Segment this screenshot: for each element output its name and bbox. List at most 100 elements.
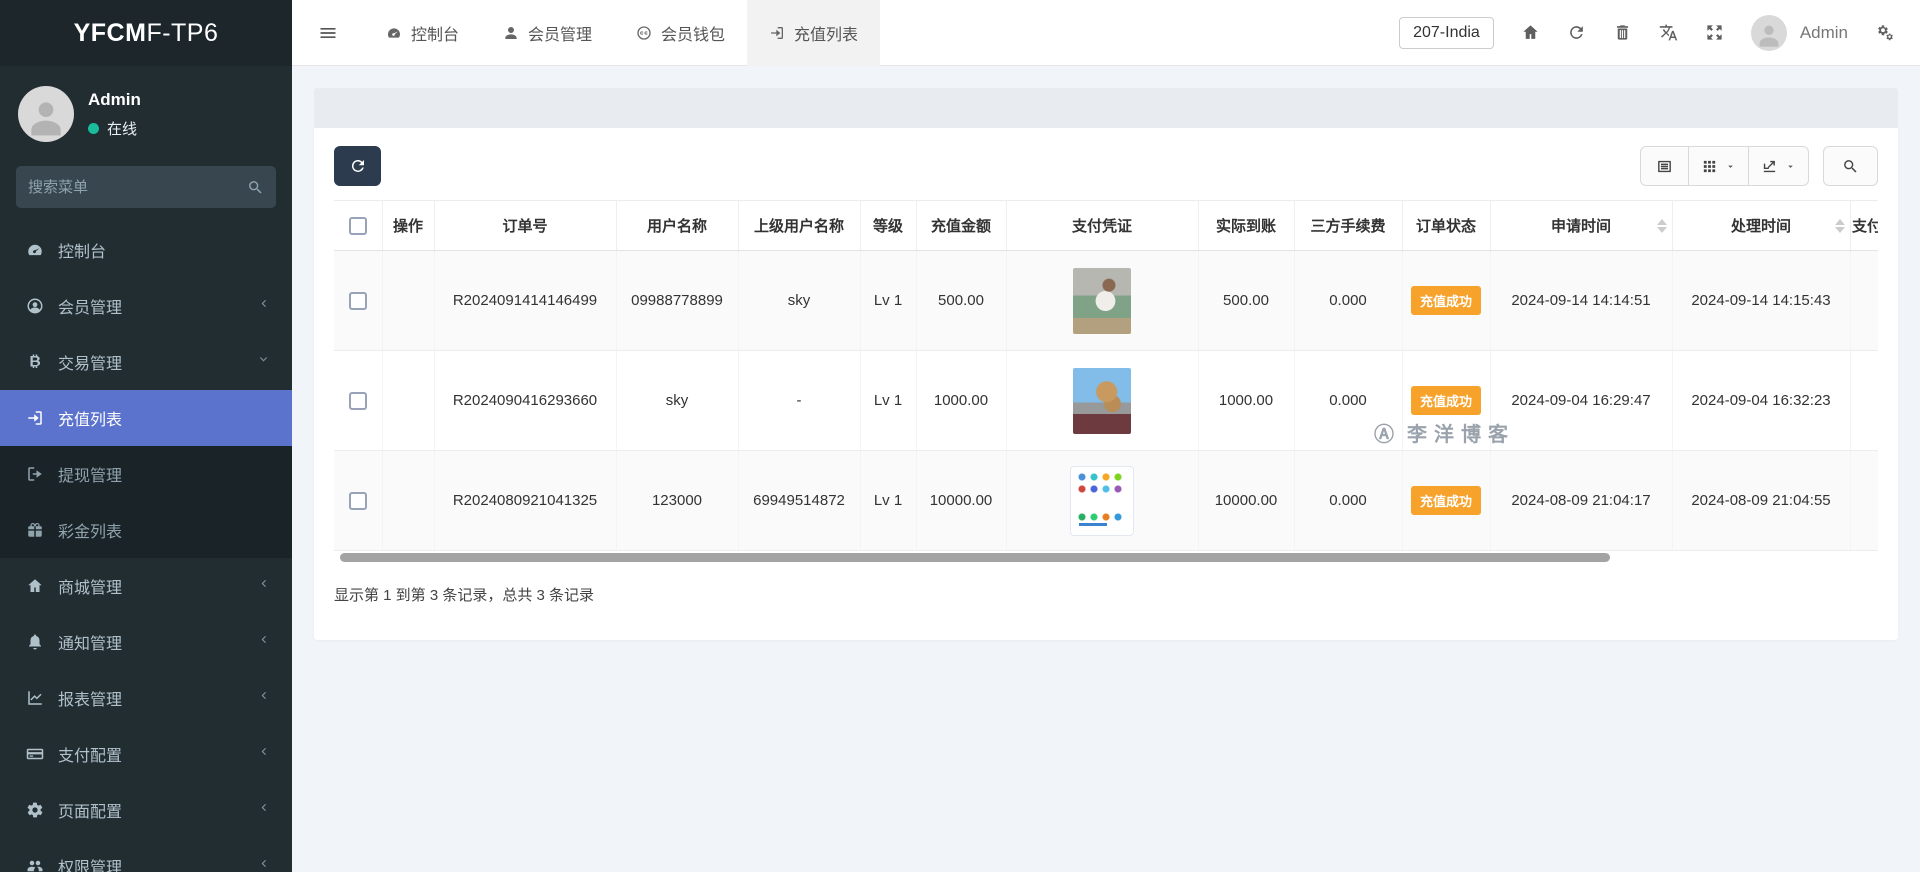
cell-parent-user: - [738, 351, 860, 451]
table-header-row: 操作 订单号 用户名称 上级用户名称 等级 充值金额 支付凭证 实际到账 三方手… [334, 201, 1878, 251]
cell-process-time: 2024-08-09 21:04:55 [1672, 451, 1850, 551]
row-checkbox[interactable] [349, 292, 367, 310]
cell-fee: 0.000 [1294, 251, 1402, 351]
cell-parent-user: sky [738, 251, 860, 351]
fullscreen-icon[interactable] [1705, 23, 1724, 42]
tab-recharge-list[interactable]: 充值列表 [747, 0, 880, 66]
cell-order-no: R2024080921041325 [434, 451, 616, 551]
table-container: 操作 订单号 用户名称 上级用户名称 等级 充值金额 支付凭证 实际到账 三方手… [334, 200, 1878, 551]
site-selector[interactable]: 207-India [1399, 17, 1494, 49]
cell-pay-method [1850, 251, 1878, 351]
refresh-icon[interactable] [1567, 23, 1586, 42]
col-apply-time[interactable]: 申请时间 [1490, 201, 1672, 251]
chevron-left-icon [257, 633, 270, 651]
sidebar-item-bonus-list[interactable]: 彩金列表 [0, 502, 292, 558]
topbar-avatar[interactable] [1751, 15, 1787, 51]
sidebar-item-mall[interactable]: 商城管理 [0, 558, 292, 614]
sidebar-item-dashboard[interactable]: 控制台 [0, 222, 292, 278]
tachometer-icon [26, 241, 44, 259]
sidebar-item-permissions[interactable]: 权限管理 [0, 838, 292, 872]
sidebar-item-page-config[interactable]: 页面配置 [0, 782, 292, 838]
row-checkbox[interactable] [349, 492, 367, 510]
pagination-info: 显示第 1 到第 3 条记录，总共 3 条记录 [314, 562, 1898, 605]
cell-action [382, 451, 434, 551]
home-icon[interactable] [1521, 23, 1540, 42]
tab-members[interactable]: 会员管理 [481, 0, 614, 66]
sidebar-user-panel: Admin 在线 [0, 66, 292, 160]
app-logo-rest: F-TP6 [146, 19, 218, 48]
tachometer-icon [386, 25, 402, 41]
cell-apply-time: 2024-09-04 16:29:47 [1490, 351, 1672, 451]
content-header-strip [314, 88, 1898, 128]
tab-label: 会员钱包 [661, 21, 725, 45]
caret-down-icon [1785, 161, 1796, 172]
language-icon[interactable] [1659, 23, 1678, 42]
credit-card-icon [26, 745, 44, 763]
col-level: 等级 [860, 201, 916, 251]
col-label: 申请时间 [1551, 218, 1611, 235]
sidebar-item-recharge-list[interactable]: 充值列表 [0, 390, 292, 446]
horizontal-scrollbar[interactable] [340, 553, 1610, 562]
sort-icon[interactable] [1835, 219, 1845, 233]
export-button[interactable] [1748, 146, 1809, 186]
detail-view-icon [1656, 158, 1673, 175]
users-icon [26, 857, 44, 872]
hamburger-menu-icon[interactable] [318, 23, 338, 43]
table-refresh-button[interactable] [334, 146, 381, 186]
refresh-icon [349, 157, 367, 175]
sidebar-item-label: 提现管理 [58, 462, 122, 486]
col-fee: 三方手续费 [1294, 201, 1402, 251]
cell-amount: 10000.00 [916, 451, 1006, 551]
payment-proof-image[interactable] [1073, 368, 1131, 434]
sort-icon[interactable] [1657, 219, 1667, 233]
table-search-button[interactable] [1823, 146, 1878, 186]
recharge-table: 操作 订单号 用户名称 上级用户名称 等级 充值金额 支付凭证 实际到账 三方手… [334, 200, 1878, 551]
gift-icon [26, 521, 44, 539]
sidebar-search-input[interactable] [28, 179, 247, 196]
sidebar-item-payment-config[interactable]: 支付配置 [0, 726, 292, 782]
columns-button[interactable] [1688, 146, 1749, 186]
sidebar-item-label: 支付配置 [58, 742, 122, 766]
payment-proof-image[interactable] [1073, 268, 1131, 334]
settings-cogs-icon[interactable] [1875, 23, 1894, 42]
recharge-list-panel: 操作 订单号 用户名称 上级用户名称 等级 充值金额 支付凭证 实际到账 三方手… [314, 128, 1898, 640]
sidebar-item-label: 报表管理 [58, 686, 122, 710]
cc-icon [636, 25, 652, 41]
table-row: R2024091414146499 09988778899 sky Lv 1 5… [334, 251, 1878, 351]
sidebar-item-notifications[interactable]: 通知管理 [0, 614, 292, 670]
sign-out-icon [26, 465, 44, 483]
cell-user-name: 123000 [616, 451, 738, 551]
detail-view-button[interactable] [1640, 146, 1689, 186]
sidebar-item-reports[interactable]: 报表管理 [0, 670, 292, 726]
row-checkbox[interactable] [349, 392, 367, 410]
topbar-user-name[interactable]: Admin [1800, 23, 1848, 43]
export-icon [1761, 158, 1778, 175]
cell-level: Lv 1 [860, 251, 916, 351]
sidebar-item-label: 权限管理 [58, 854, 122, 872]
chevron-left-icon [257, 745, 270, 763]
home-icon [26, 577, 44, 595]
trash-icon[interactable] [1613, 23, 1632, 42]
select-all-header [334, 201, 382, 251]
cell-apply-time: 2024-09-14 14:14:51 [1490, 251, 1672, 351]
col-process-time[interactable]: 处理时间 [1672, 201, 1850, 251]
cell-received: 500.00 [1198, 251, 1294, 351]
status-badge: 充值成功 [1411, 286, 1481, 315]
cell-fee: 0.000 [1294, 451, 1402, 551]
user-status-label: 在线 [107, 118, 137, 139]
sidebar-search [16, 166, 276, 208]
sidebar-item-withdraw[interactable]: 提现管理 [0, 446, 292, 502]
sidebar: YFCMF-TP6 Admin 在线 控制台 会员管理 交易管理 充值列表 提现… [0, 0, 292, 872]
tab-member-wallet[interactable]: 会员钱包 [614, 0, 747, 66]
cell-process-time: 2024-09-14 14:15:43 [1672, 251, 1850, 351]
table-row: R2024090416293660 sky - Lv 1 1000.00 100… [334, 351, 1878, 451]
search-icon[interactable] [247, 179, 264, 196]
sidebar-item-transactions[interactable]: 交易管理 [0, 334, 292, 390]
select-all-checkbox[interactable] [349, 217, 367, 235]
cell-order-no: R2024091414146499 [434, 251, 616, 351]
tab-dashboard[interactable]: 控制台 [364, 0, 481, 66]
sidebar-item-members[interactable]: 会员管理 [0, 278, 292, 334]
search-icon [1842, 158, 1859, 175]
col-status: 订单状态 [1402, 201, 1490, 251]
payment-proof-image[interactable] [1070, 466, 1134, 536]
